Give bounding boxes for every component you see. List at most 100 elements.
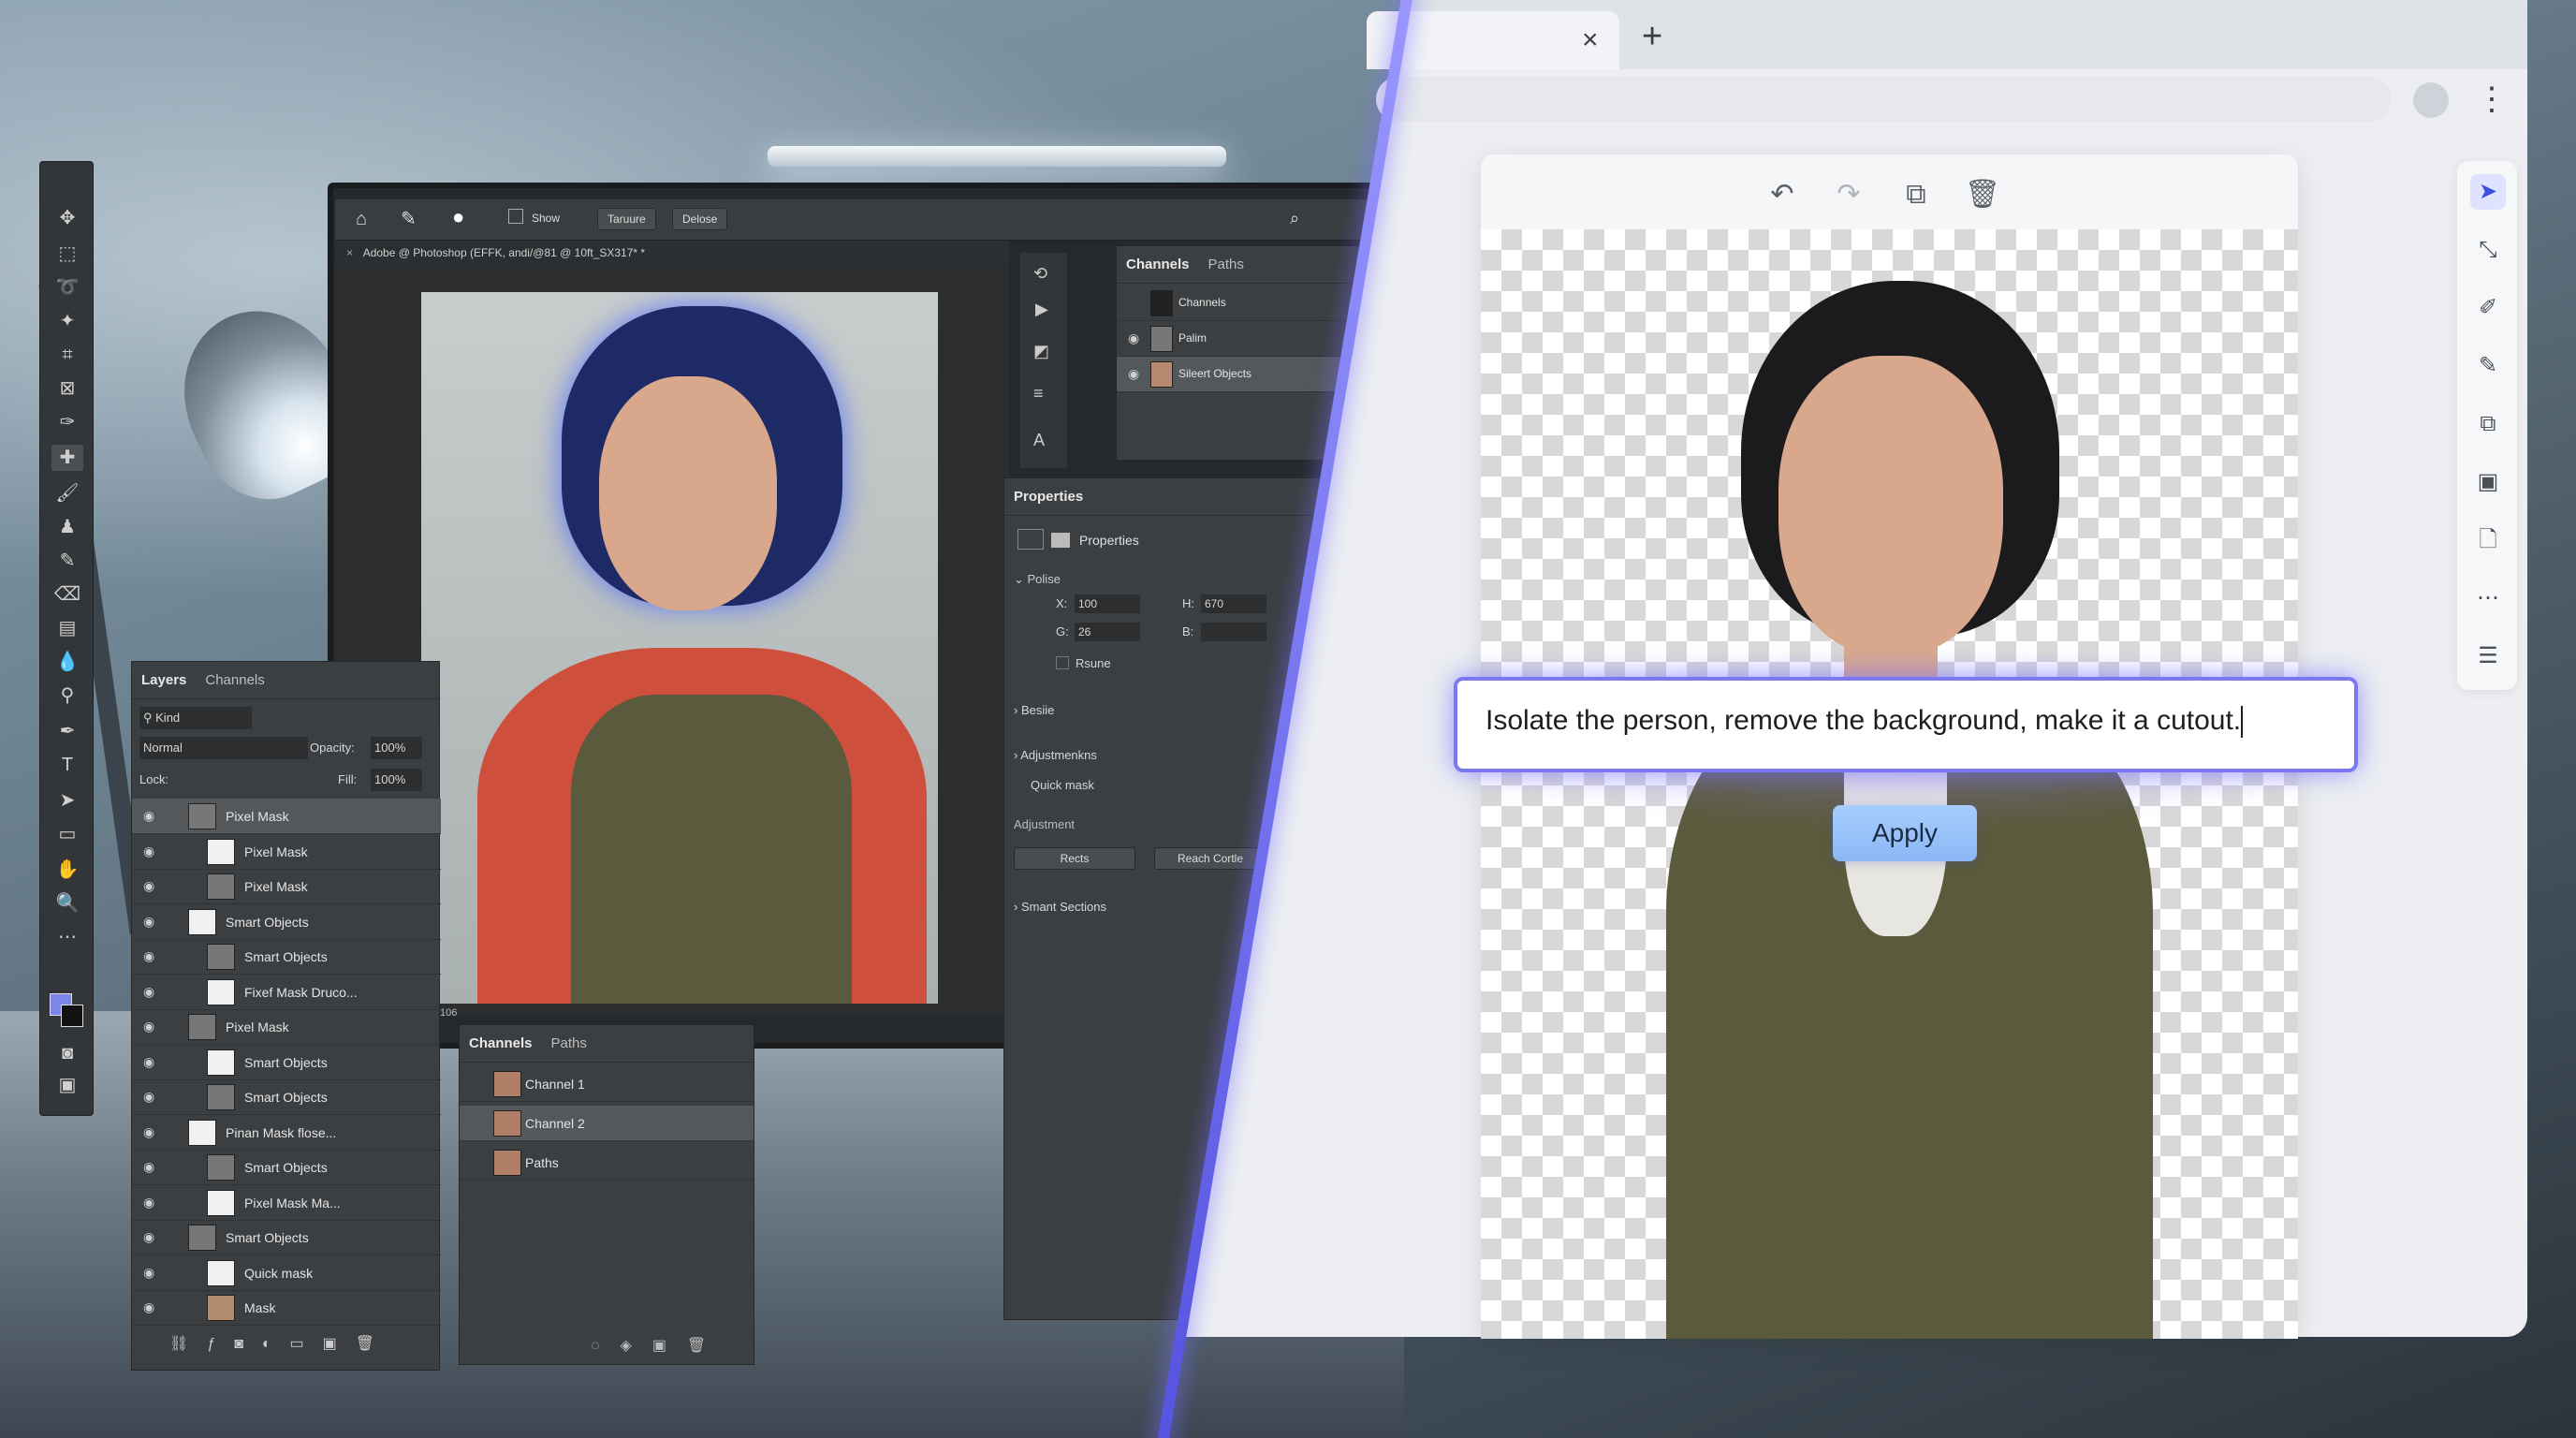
brush-tool-icon[interactable]: 🖌 bbox=[51, 480, 83, 506]
layer-row[interactable]: ◉ Mask bbox=[132, 1290, 441, 1326]
layers-icon[interactable]: ⧉ bbox=[2470, 406, 2506, 442]
document-icon[interactable]: 🗋 bbox=[2470, 522, 2506, 558]
healing-brush-icon[interactable]: ✚ bbox=[51, 445, 83, 471]
tab-paths[interactable]: Paths bbox=[551, 1035, 587, 1051]
layer-row[interactable]: ◉ Smart Objects bbox=[132, 1220, 441, 1255]
select-cursor-icon[interactable]: ➤ bbox=[2470, 174, 2506, 210]
pencil-icon[interactable]: ✎ bbox=[2470, 348, 2506, 384]
undo-icon[interactable]: ↶ bbox=[1764, 176, 1801, 213]
tab-channels[interactable]: Channels bbox=[469, 1035, 533, 1051]
search-icon[interactable]: ⌕ bbox=[1290, 209, 1299, 228]
layer-row[interactable]: ◉ Pixel Mask bbox=[132, 1009, 441, 1045]
history-icon[interactable]: ⟲ bbox=[1033, 264, 1047, 284]
brush-icon[interactable]: ✎ bbox=[401, 207, 417, 230]
layer-row[interactable]: ◉ Smart Objects bbox=[132, 904, 441, 940]
list-item[interactable]: ◉ Sileert Objects bbox=[1117, 357, 1368, 392]
eye-icon[interactable]: ◉ bbox=[143, 914, 154, 930]
tab-paths[interactable]: Paths bbox=[1208, 257, 1244, 272]
eye-icon[interactable]: ◉ bbox=[143, 1089, 154, 1105]
eye-icon[interactable]: ◉ bbox=[143, 1265, 154, 1281]
eye-icon[interactable]: ◉ bbox=[143, 1054, 154, 1070]
home-icon[interactable]: ⌂ bbox=[356, 209, 367, 230]
play-icon[interactable]: ▶ bbox=[1035, 300, 1048, 319]
delete-button[interactable]: Delose bbox=[672, 208, 728, 230]
pen-tool-icon[interactable]: ✒ bbox=[51, 718, 83, 744]
magic-pen-icon[interactable]: ✐ bbox=[2470, 290, 2506, 326]
duplicate-icon[interactable]: ⧉ bbox=[1897, 176, 1935, 213]
section-polise[interactable]: ⌄ Polise bbox=[1014, 572, 1061, 587]
checkbox-show[interactable] bbox=[508, 209, 523, 224]
reach-button[interactable]: Reach Cortle bbox=[1154, 847, 1266, 870]
layer-row[interactable]: ◉ Smart Objects bbox=[132, 1079, 441, 1115]
close-tab-icon[interactable]: × bbox=[1582, 24, 1599, 56]
eye-icon[interactable]: ◉ bbox=[1128, 366, 1139, 382]
section-smart[interactable]: › Smant Sections bbox=[1014, 900, 1106, 914]
eraser-icon[interactable]: ⌫ bbox=[51, 581, 83, 608]
shape-tool-icon[interactable]: ▭ bbox=[51, 821, 83, 847]
blur-icon[interactable]: 💧 bbox=[51, 649, 83, 675]
layers-footer-icons[interactable]: ⛓ƒ◙◐▭▣🗑 bbox=[169, 1334, 413, 1353]
tab-properties[interactable]: Properties bbox=[1014, 489, 1083, 505]
history-brush-icon[interactable]: ✎ bbox=[51, 548, 83, 574]
zoom-tool-icon[interactable]: 🔍 bbox=[51, 890, 83, 917]
crop-tool-icon[interactable]: ⌗ bbox=[51, 342, 83, 368]
h-field[interactable]: 670 bbox=[1201, 594, 1266, 613]
background-color-swatch[interactable] bbox=[61, 1005, 83, 1027]
rsune-checkbox[interactable] bbox=[1056, 656, 1069, 669]
document-tab[interactable]: × Adobe @ Photoshop (EFFK, andi/@81 @ 10… bbox=[335, 241, 1009, 267]
frame-tool-icon[interactable]: ⊠ bbox=[51, 375, 83, 402]
path-select-icon[interactable]: ➤ bbox=[51, 787, 83, 814]
lasso-tool-icon[interactable]: ➰ bbox=[51, 274, 83, 301]
layer-row[interactable]: ◉ Smart Objects bbox=[132, 939, 441, 975]
ps-document-image[interactable] bbox=[421, 292, 938, 1004]
address-bar[interactable] bbox=[1376, 77, 2392, 122]
eye-icon[interactable]: ◉ bbox=[143, 1124, 154, 1140]
layer-row[interactable]: ◉ Pixel Mask Ma... bbox=[132, 1185, 441, 1221]
screen-mode-icon[interactable]: ▣ bbox=[51, 1072, 83, 1098]
marquee-tool-icon[interactable]: ⬚ bbox=[51, 241, 83, 267]
list-item[interactable]: Channel 2 bbox=[460, 1106, 754, 1141]
eye-icon[interactable]: ◉ bbox=[143, 1229, 154, 1245]
tab-layers[interactable]: Layers bbox=[141, 672, 186, 688]
sliders-icon[interactable]: ≡ bbox=[1033, 384, 1044, 404]
text-icon[interactable]: A bbox=[1033, 431, 1045, 450]
type-tool-icon[interactable]: T bbox=[51, 752, 83, 778]
channels-footer-icons[interactable]: ◌◈▣🗑 bbox=[591, 1336, 726, 1355]
section-adjustments[interactable]: › Adjustmenkns bbox=[1014, 748, 1097, 762]
b-field[interactable] bbox=[1201, 623, 1266, 641]
eye-icon[interactable]: ◉ bbox=[143, 1195, 154, 1211]
list-item[interactable]: Paths bbox=[460, 1145, 754, 1181]
stamp-tool-icon[interactable]: ♟ bbox=[51, 514, 83, 540]
layer-row[interactable]: ◉ Pixel Mask bbox=[132, 834, 441, 870]
prompt-input[interactable]: Isolate the person, remove the backgroun… bbox=[1454, 677, 2358, 772]
dodge-icon[interactable]: ⚲ bbox=[51, 682, 83, 709]
list-icon[interactable]: ☰ bbox=[2470, 638, 2506, 674]
tab-channels[interactable]: Channels bbox=[1126, 257, 1190, 272]
hand-tool-icon[interactable]: ✋ bbox=[51, 857, 83, 883]
apply-button[interactable]: Apply bbox=[1833, 805, 1977, 861]
eye-icon[interactable]: ◉ bbox=[143, 844, 154, 859]
blend-mode-select[interactable]: Normal bbox=[139, 737, 308, 759]
move-tool-icon[interactable]: ✥ bbox=[51, 205, 83, 231]
layer-row[interactable]: ◉ Smart Objects bbox=[132, 1150, 441, 1185]
layer-row[interactable]: ◉ Pixel Mask bbox=[132, 869, 441, 904]
tab-channels[interactable]: Channels bbox=[205, 672, 264, 688]
fill-field[interactable]: 100% bbox=[371, 769, 422, 791]
eye-icon[interactable]: ◉ bbox=[143, 808, 154, 824]
texture-button[interactable]: Taruure bbox=[597, 208, 656, 230]
layer-row[interactable]: ◉ Pixel Mask bbox=[132, 799, 441, 834]
quick-mask-icon[interactable]: ◙ bbox=[51, 1040, 83, 1066]
eye-icon[interactable]: ◉ bbox=[143, 1299, 154, 1315]
magic-wand-icon[interactable]: ✦ bbox=[51, 308, 83, 334]
opacity-field[interactable]: 100% bbox=[371, 737, 422, 759]
more-icon[interactable]: ⋯ bbox=[2470, 580, 2506, 616]
kind-filter[interactable]: ⚲ Kind bbox=[139, 707, 252, 729]
list-item[interactable]: ◉ Palim bbox=[1117, 321, 1368, 357]
image-frame-icon[interactable]: ▣ bbox=[2470, 464, 2506, 500]
gradient-icon[interactable]: ▤ bbox=[51, 615, 83, 641]
transform-icon[interactable]: ⤡ bbox=[2470, 232, 2506, 268]
section-besiie[interactable]: › Besiie bbox=[1014, 703, 1054, 717]
rects-button[interactable]: Rects bbox=[1014, 847, 1135, 870]
trash-icon[interactable]: 🗑 bbox=[1964, 176, 2001, 213]
new-tab-icon[interactable]: + bbox=[1642, 17, 1662, 57]
